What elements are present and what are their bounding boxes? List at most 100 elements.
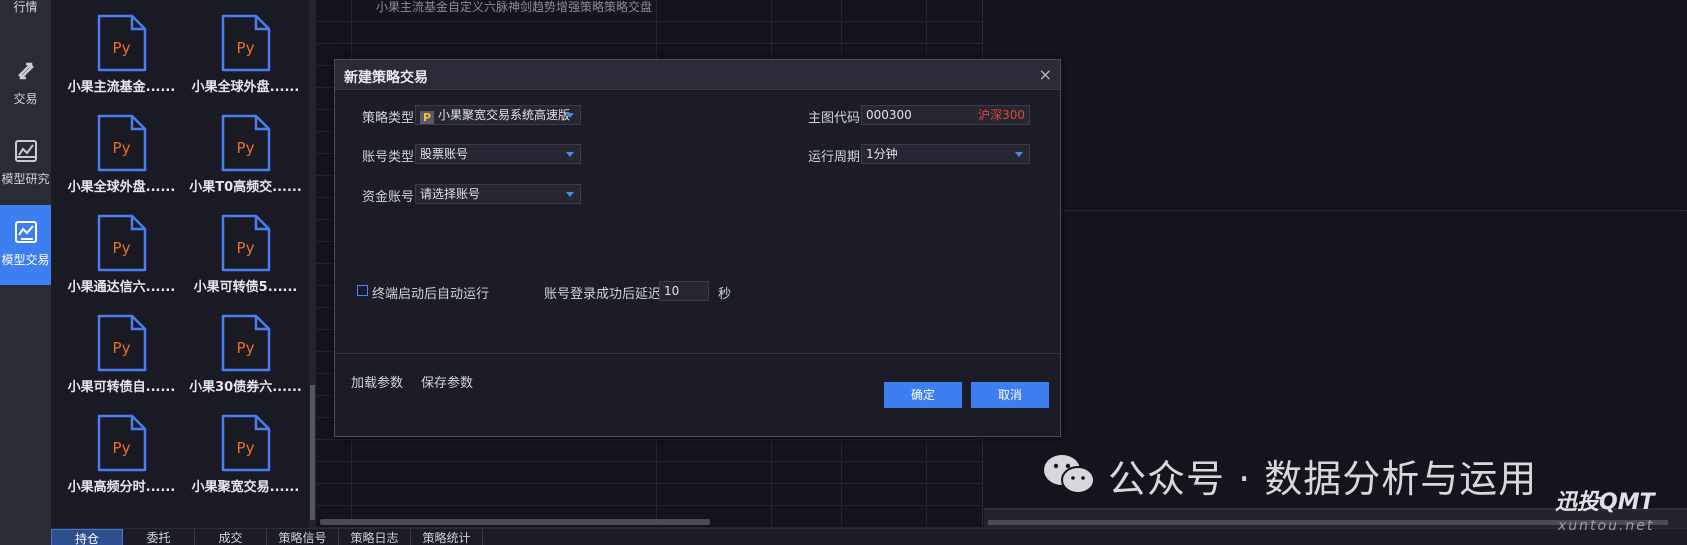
strategy-type-label: 策略类型 [362, 111, 415, 126]
bottom-tabs: 持仓 委托 成交 策略信号 策略日志 策略统计 [51, 528, 1687, 545]
table-row [316, 440, 983, 462]
tab-strategy-stats[interactable]: 策略统计 [411, 529, 483, 545]
strategy-file-item[interactable]: Py 小果可转债自...... [59, 300, 184, 400]
nav-label-trade: 交易 [13, 92, 38, 106]
period-label: 运行周期 [808, 150, 861, 165]
strategy-file-name: 小果全球外盘...... [191, 80, 300, 95]
strategy-file-item[interactable]: Py 小果主流基金...... [59, 0, 184, 100]
table-horizontal-scrollbar[interactable] [320, 519, 710, 525]
account-type-select[interactable]: 股票账号 [415, 144, 581, 164]
nav-item-trade[interactable]: 交易 [0, 48, 51, 128]
strategy-file-item[interactable]: Py 小果聚宽交易...... [183, 400, 308, 500]
delay-input[interactable]: 10 [659, 281, 709, 301]
tab-orders[interactable]: 委托 [123, 529, 195, 545]
chevron-down-icon [566, 192, 574, 197]
chart-dotted-line [1060, 210, 1687, 211]
python-file-icon: Py [220, 213, 272, 273]
account-type-label: 账号类型 [362, 150, 415, 165]
python-file-icon: Py [220, 313, 272, 373]
py-label: Py [112, 39, 131, 57]
strategy-type-select[interactable]: P 小果聚宽交易系统高速版 [415, 105, 581, 125]
nav-item-research[interactable]: 模型研究 [0, 128, 51, 208]
nav-label-research: 模型研究 [1, 172, 50, 186]
file-panel-scrollbar[interactable] [309, 0, 316, 528]
period-select[interactable]: 1分钟 [861, 144, 1030, 164]
left-nav: 行情 交易 模型研究 模型交易 [0, 0, 51, 545]
app-window: 行情 交易 模型研究 模型交易 Py 小果主流基金...... Py 小果全球外盘..… [0, 0, 1687, 545]
cancel-button[interactable]: 取消 [971, 382, 1049, 408]
python-file-icon: Py [220, 413, 272, 473]
dialog-divider [335, 353, 1060, 354]
fund-account-select[interactable]: 请选择账号 [415, 184, 581, 204]
strategy-file-name: 小果可转债5...... [193, 280, 298, 295]
account-type-value: 股票账号 [420, 147, 469, 161]
delay-unit: 秒 [718, 287, 732, 302]
python-file-icon: Py [96, 413, 148, 473]
strategy-file-name: 小果主流基金...... [67, 80, 176, 95]
load-params-button[interactable]: 加载参数 [351, 372, 403, 391]
nav-item-market[interactable]: 行情 [0, 0, 51, 28]
close-icon[interactable]: × [1039, 65, 1052, 84]
strategy-file-item[interactable]: Py 小果全球外盘...... [59, 100, 184, 200]
strategy-file-name: 小果聚宽交易...... [191, 480, 300, 495]
py-label: Py [112, 139, 131, 157]
py-label: Py [236, 439, 255, 457]
py-label: Py [236, 339, 255, 357]
main-code-input[interactable]: 000300 沪深300 [861, 105, 1030, 125]
py-label: Py [236, 39, 255, 57]
strategy-file-item[interactable]: Py 小果30债券六...... [183, 300, 308, 400]
new-strategy-dialog: 新建策略交易 × 策略类型 P 小果聚宽交易系统高速版 账号类型 股票账号 资金账… [334, 59, 1061, 437]
strategy-file-item[interactable]: Py 小果通达信六...... [59, 200, 184, 300]
watermark-brand: 迅投QMT [1555, 490, 1655, 515]
scrollbar-thumb[interactable] [310, 385, 315, 520]
nav-item-model-trade[interactable]: 模型交易 [0, 205, 51, 285]
main-code-label: 主图代码 [808, 111, 861, 126]
strategy-file-item[interactable]: Py 小果全球外盘...... [183, 0, 308, 100]
main-code-value: 000300 [866, 108, 912, 122]
python-file-icon: Py [96, 13, 148, 73]
tab-fills[interactable]: 成交 [195, 529, 267, 545]
chevron-down-icon [566, 113, 574, 118]
autostart-label: 终端启动后自动运行 [372, 287, 490, 302]
strategy-file-item[interactable]: Py 小果可转债5...... [183, 200, 308, 300]
nav-label-model-trade: 模型交易 [1, 253, 50, 267]
strategy-file-name: 小果高频分时...... [67, 480, 176, 495]
swap-icon [13, 58, 39, 84]
python-file-icon: Py [96, 313, 148, 373]
strategy-file-item[interactable]: Py 小果高频分时...... [59, 400, 184, 500]
python-file-icon: Py [220, 113, 272, 173]
py-label: Py [112, 339, 131, 357]
strategy-file-name: 小果30债券六...... [189, 380, 302, 395]
tab-strategy-log[interactable]: 策略日志 [339, 529, 411, 545]
table-row [316, 0, 983, 22]
tab-strategy-signals[interactable]: 策略信号 [267, 529, 339, 545]
py-label: Py [112, 439, 131, 457]
main-code-name: 沪深300 [978, 108, 1025, 122]
py-label: Py [236, 139, 255, 157]
strategy-file-item[interactable]: Py 小果T0高频交...... [183, 100, 308, 200]
strategy-file-panel: Py 小果主流基金...... Py 小果全球外盘...... Py 小果全球外盘....… [51, 0, 313, 528]
python-file-icon: Py [220, 13, 272, 73]
period-value: 1分钟 [866, 147, 898, 161]
watermark-url: xuntou.net [1558, 518, 1655, 534]
strategy-type-value: 小果聚宽交易系统高速版 [438, 108, 571, 122]
chevron-down-icon [1015, 152, 1023, 157]
python-file-icon: Py [96, 213, 148, 273]
strategy-file-name: 小果全球外盘...... [67, 180, 176, 195]
autostart-checkbox[interactable] [357, 285, 368, 296]
fund-account-value: 请选择账号 [420, 187, 481, 201]
nav-label-market: 行情 [13, 0, 38, 14]
fund-account-label: 资金账号 [362, 190, 415, 205]
strategy-file-name: 小果T0高频交...... [189, 180, 302, 195]
wechat-logo-icon [1040, 450, 1100, 500]
delay-label: 账号登录成功后延迟 [544, 287, 662, 302]
py-label: Py [112, 239, 131, 257]
save-params-button[interactable]: 保存参数 [421, 372, 473, 391]
ok-button[interactable]: 确定 [884, 382, 962, 408]
strategy-file-name: 小果可转债自...... [67, 380, 176, 395]
strategy-p-icon: P [420, 111, 434, 124]
tab-positions[interactable]: 持仓 [51, 529, 123, 545]
delay-value: 10 [664, 284, 680, 298]
strategy-file-name: 小果通达信六...... [67, 280, 176, 295]
watermark-text: 公众号 · 数据分析与运用 [1108, 457, 1538, 501]
